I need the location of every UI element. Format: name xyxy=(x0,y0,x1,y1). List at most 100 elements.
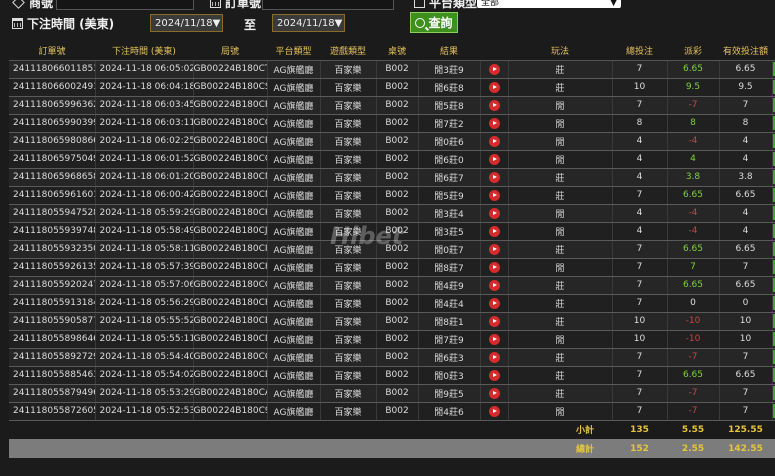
cell-game-type: 百家樂 xyxy=(320,186,377,205)
col-round-id[interactable]: 局號 xyxy=(193,42,267,61)
cell-bet-type: 莊 xyxy=(508,294,613,313)
cell-bet-type: 閒 xyxy=(508,132,613,151)
cell-order-number: 241118055905877 xyxy=(9,312,96,331)
play-replay-icon[interactable] xyxy=(488,63,500,75)
col-payout[interactable]: 派彩 xyxy=(667,42,719,61)
cell-valid-bet: 7 xyxy=(719,348,773,367)
cell-replay[interactable] xyxy=(480,168,509,187)
play-replay-icon[interactable] xyxy=(488,351,500,363)
row-edge-marker xyxy=(772,170,774,184)
account-input[interactable] xyxy=(56,0,194,10)
cell-replay[interactable] xyxy=(480,96,509,115)
row-edge-marker xyxy=(772,350,774,364)
play-replay-icon[interactable] xyxy=(488,81,500,93)
table-row: 241118055926135 2024-11-18 05:57:39 GB0022… xyxy=(9,258,775,277)
play-replay-icon[interactable] xyxy=(488,297,500,309)
cell-replay[interactable] xyxy=(480,384,509,403)
cell-bet-time: 2024-11-18 05:54:02 xyxy=(95,366,194,385)
cell-result: 閒8莊1 xyxy=(418,312,481,331)
row-edge-marker xyxy=(772,116,774,130)
cell-valid-bet: 7 xyxy=(719,384,773,403)
cell-round-id: GB00224B180CP xyxy=(193,132,268,151)
cell-replay[interactable] xyxy=(480,60,509,79)
cell-valid-bet: 7 xyxy=(719,402,773,421)
table-row: 241118065996362 2024-11-18 06:03:45 GB0022… xyxy=(9,96,775,115)
cell-bet-type: 閒 xyxy=(508,330,613,349)
cell-result: 閒0莊6 xyxy=(418,132,481,151)
play-replay-icon[interactable] xyxy=(488,333,500,345)
play-replay-icon[interactable] xyxy=(488,189,500,201)
cell-result: 閒7莊9 xyxy=(418,330,481,349)
cell-bet-type: 閒 xyxy=(508,204,613,223)
play-replay-icon[interactable] xyxy=(488,405,500,417)
cell-total-bet: 7 xyxy=(612,276,668,295)
play-replay-icon[interactable] xyxy=(488,315,500,327)
cell-order-number: 241118065968658 xyxy=(9,168,96,187)
play-replay-icon[interactable] xyxy=(488,243,500,255)
play-replay-icon[interactable] xyxy=(488,171,500,183)
col-bet-type[interactable]: 玩法 xyxy=(508,42,612,61)
play-replay-icon[interactable] xyxy=(488,261,500,273)
play-replay-icon[interactable] xyxy=(488,207,500,219)
cell-order-number: 241118065980866 xyxy=(9,132,96,151)
play-replay-icon[interactable] xyxy=(488,279,500,291)
cell-platform: AG旗艦廳 xyxy=(267,348,321,367)
cell-replay[interactable] xyxy=(480,150,509,169)
cell-platform: AG旗艦廳 xyxy=(267,186,321,205)
cell-replay[interactable] xyxy=(480,204,509,223)
play-replay-icon[interactable] xyxy=(488,225,500,237)
cell-total-bet: 8 xyxy=(612,114,668,133)
cell-replay[interactable] xyxy=(480,240,509,259)
row-edge-marker xyxy=(772,80,774,94)
play-replay-icon[interactable] xyxy=(488,387,500,399)
cell-replay[interactable] xyxy=(480,348,509,367)
cell-round-id: GB00224B180CJ xyxy=(193,222,268,241)
cell-platform: AG旗艦廳 xyxy=(267,60,321,79)
col-game-type[interactable]: 遊戲類型 xyxy=(320,42,376,61)
col-order-number[interactable]: 訂單號 xyxy=(9,42,95,61)
cell-platform: AG旗艦廳 xyxy=(267,366,321,385)
col-platform[interactable]: 平台類型 xyxy=(267,42,320,61)
date-from-picker[interactable]: 2024/11/18 ▼ xyxy=(150,14,223,32)
cell-result: 閒5莊9 xyxy=(418,186,481,205)
table-row: 241118065968658 2024-11-18 06:01:20 GB0022… xyxy=(9,168,775,187)
cell-replay[interactable] xyxy=(480,132,509,151)
cell-replay[interactable] xyxy=(480,294,509,313)
cell-game-type: 百家樂 xyxy=(320,96,377,115)
cell-table-no: B002 xyxy=(376,96,419,115)
date-to-picker[interactable]: 2024/11/18 ▼ xyxy=(272,14,345,32)
cell-replay[interactable] xyxy=(480,312,509,331)
cell-game-type: 百家樂 xyxy=(320,204,377,223)
cell-result: 閒0莊7 xyxy=(418,240,481,259)
cell-replay[interactable] xyxy=(480,366,509,385)
play-replay-icon[interactable] xyxy=(488,153,500,165)
cell-replay[interactable] xyxy=(480,330,509,349)
cell-platform: AG旗艦廳 xyxy=(267,330,321,349)
cell-replay[interactable] xyxy=(480,258,509,277)
cell-replay[interactable] xyxy=(480,276,509,295)
query-button[interactable]: 查詢 xyxy=(410,12,458,33)
row-edge-marker xyxy=(772,404,774,418)
cell-replay[interactable] xyxy=(480,402,509,421)
order-number-input[interactable] xyxy=(262,0,394,10)
cell-replay[interactable] xyxy=(480,222,509,241)
play-replay-icon[interactable] xyxy=(488,117,500,129)
cell-bet-type: 莊 xyxy=(508,78,613,97)
play-replay-icon[interactable] xyxy=(488,369,500,381)
cell-total-bet: 7 xyxy=(612,402,668,421)
platform-select[interactable]: 全部 ▼ xyxy=(477,0,621,8)
subtotal-bet: 135 xyxy=(612,420,667,439)
cell-game-type: 百家樂 xyxy=(320,276,377,295)
col-bet-time[interactable]: 下注時間 (美東) xyxy=(95,42,193,61)
col-valid-bet[interactable]: 有效投注額 xyxy=(719,42,772,61)
play-replay-icon[interactable] xyxy=(488,135,500,147)
cell-replay[interactable] xyxy=(480,78,509,97)
col-table-no[interactable]: 桌號 xyxy=(376,42,418,61)
cell-replay[interactable] xyxy=(480,186,509,205)
cell-round-id: GB00224B180CB xyxy=(193,366,268,385)
play-replay-icon[interactable] xyxy=(488,99,500,111)
col-total-bet[interactable]: 總投注 xyxy=(612,42,667,61)
cell-payout: -10 xyxy=(667,330,720,349)
col-result[interactable]: 結果 xyxy=(418,42,480,61)
cell-replay[interactable] xyxy=(480,114,509,133)
